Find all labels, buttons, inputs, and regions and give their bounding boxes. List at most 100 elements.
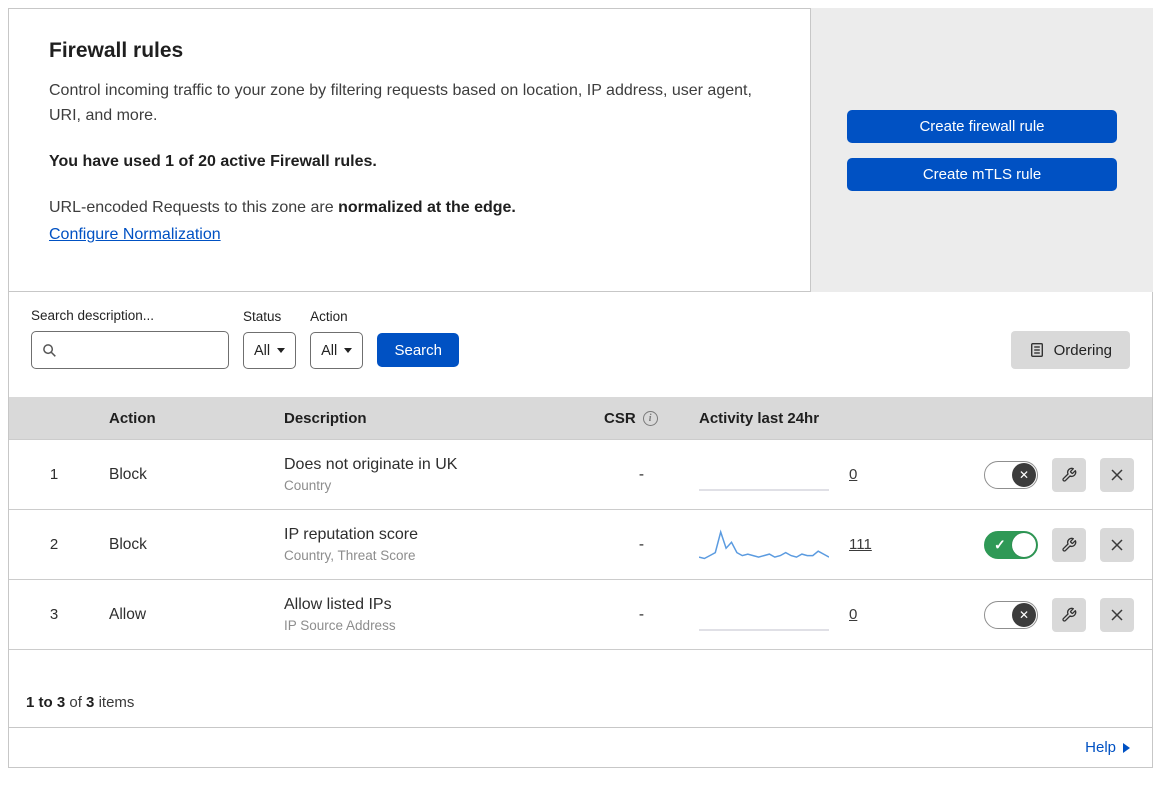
rule-csr-value: - [638, 605, 645, 623]
status-value: All [254, 342, 271, 359]
rule-activity-cell: 111 [689, 527, 952, 563]
rule-criteria: Country, Threat Score [284, 548, 416, 563]
create-mtls-rule-button[interactable]: Create mTLS rule [847, 157, 1117, 191]
table-row: 3 Allow Allow listed IPs IP Source Addre… [9, 579, 1152, 649]
close-icon [1111, 538, 1123, 551]
rule-description-cell: IP reputation score Country, Threat Scor… [274, 526, 594, 563]
rule-controls: ✓ ✕ [952, 597, 1152, 632]
edit-rule-button[interactable] [1052, 527, 1086, 562]
action-filter-group: Action All [310, 309, 364, 369]
actions-panel: Create firewall rule Create mTLS rule [811, 8, 1153, 292]
close-icon [1111, 468, 1123, 481]
x-icon: ✕ [1018, 607, 1030, 622]
footer-items: items [98, 694, 135, 711]
rule-enabled-toggle[interactable]: ✓ ✕ [984, 530, 1038, 559]
col-activity: Activity last 24hr [699, 409, 820, 427]
action-value: All [321, 342, 338, 359]
page-title: Firewall rules [49, 39, 184, 62]
activity-sparkline [699, 628, 829, 631]
configure-normalization-link[interactable]: Configure Normalization [49, 226, 221, 243]
normalization-bold: normalized at the edge. [338, 198, 516, 216]
search-input-wrapper [31, 331, 229, 369]
arrow-right-icon [1123, 742, 1130, 753]
rule-action: Block [109, 465, 147, 483]
search-group: Search description... [31, 308, 229, 369]
normalization-note: URL-encoded Requests to this zone are no… [49, 199, 770, 217]
rule-description[interactable]: Does not originate in UK [284, 456, 594, 474]
normalization-text: URL-encoded Requests to this zone are [49, 198, 334, 216]
help-bar: Help [8, 727, 1153, 768]
ordering-label: Ordering [1053, 341, 1112, 359]
toggle-knob: ✕ [1012, 462, 1036, 487]
rule-description[interactable]: Allow listed IPs [284, 596, 594, 614]
rule-priority: 3 [49, 606, 59, 623]
rule-enabled-toggle[interactable]: ✓ ✕ [984, 460, 1038, 489]
action-dropdown[interactable]: All [310, 332, 364, 369]
activity-count-link[interactable]: 0 [849, 466, 875, 483]
col-action: Action [109, 409, 156, 427]
activity-sparkline [699, 528, 829, 559]
table-footer: 1 to 3 of 3 items [9, 649, 1152, 727]
status-dropdown[interactable]: All [243, 332, 297, 369]
footer-of: of [69, 694, 82, 711]
info-icon[interactable]: i [642, 410, 658, 426]
rule-action: Block [109, 535, 147, 553]
activity-sparkline [699, 488, 829, 491]
close-icon [1111, 608, 1123, 621]
table-row: 1 Block Does not originate in UK Country… [9, 439, 1152, 509]
status-filter-group: Status All [243, 309, 297, 369]
delete-rule-button[interactable] [1100, 527, 1134, 562]
search-input[interactable] [65, 341, 218, 359]
chevron-down-icon [277, 348, 286, 353]
wrench-icon [1062, 607, 1077, 622]
x-icon: ✕ [1018, 467, 1030, 482]
chevron-down-icon [344, 348, 353, 353]
wrench-icon [1062, 467, 1077, 482]
toggle-knob: ✕ [1012, 602, 1036, 627]
rule-description-cell: Does not originate in UK Country [274, 456, 594, 493]
usage-note: You have used 1 of 20 active Firewall ru… [49, 152, 377, 170]
create-firewall-rule-button[interactable]: Create firewall rule [847, 109, 1117, 143]
col-description: Description [284, 409, 367, 427]
rule-action: Allow [109, 605, 147, 623]
ordering-button[interactable]: Ordering [1010, 331, 1130, 369]
table-header: Action Description CSR i Activity last 2… [9, 397, 1152, 439]
delete-rule-button[interactable] [1100, 597, 1134, 632]
rule-activity-cell: 0 [689, 597, 952, 633]
col-csr: CSR i [594, 410, 689, 427]
rule-csr-value: - [638, 535, 645, 553]
toggle-knob: ✕ [1012, 532, 1036, 557]
rule-controls: ✓ ✕ [952, 527, 1152, 562]
rule-description-cell: Allow listed IPs IP Source Address [274, 596, 594, 633]
rule-activity-cell: 0 [689, 457, 952, 493]
delete-rule-button[interactable] [1100, 457, 1134, 492]
firewall-rules-card: Firewall rules Control incoming traffic … [8, 8, 811, 292]
rule-description[interactable]: IP reputation score [284, 526, 594, 544]
header-section: Firewall rules Control incoming traffic … [8, 8, 1153, 292]
status-label: Status [243, 309, 282, 324]
help-link[interactable]: Help [1085, 739, 1116, 756]
csr-header-label: CSR [604, 409, 636, 427]
table-row: 2 Block IP reputation score Country, Thr… [9, 509, 1152, 579]
activity-count-link[interactable]: 0 [849, 606, 875, 623]
rule-priority: 2 [49, 536, 59, 553]
rules-section: Search description... Status All Action … [8, 291, 1153, 728]
rule-priority: 1 [49, 466, 59, 483]
edit-rule-button[interactable] [1052, 457, 1086, 492]
footer-range: 1 to 3 [26, 694, 66, 711]
rule-criteria: Country [284, 478, 332, 493]
check-icon: ✓ [994, 536, 1006, 552]
rule-controls: ✓ ✕ [952, 457, 1152, 492]
ordering-list-icon [1030, 343, 1043, 358]
rule-criteria: IP Source Address [284, 618, 396, 633]
wrench-icon [1062, 537, 1077, 552]
activity-count-link[interactable]: 111 [849, 536, 875, 553]
page-description: Control incoming traffic to your zone by… [49, 82, 752, 124]
search-icon [43, 343, 56, 357]
search-button[interactable]: Search [377, 333, 460, 367]
action-label: Action [310, 309, 348, 324]
edit-rule-button[interactable] [1052, 597, 1086, 632]
filters-toolbar: Search description... Status All Action … [9, 292, 1152, 397]
rule-enabled-toggle[interactable]: ✓ ✕ [984, 600, 1038, 629]
footer-total: 3 [86, 694, 95, 711]
